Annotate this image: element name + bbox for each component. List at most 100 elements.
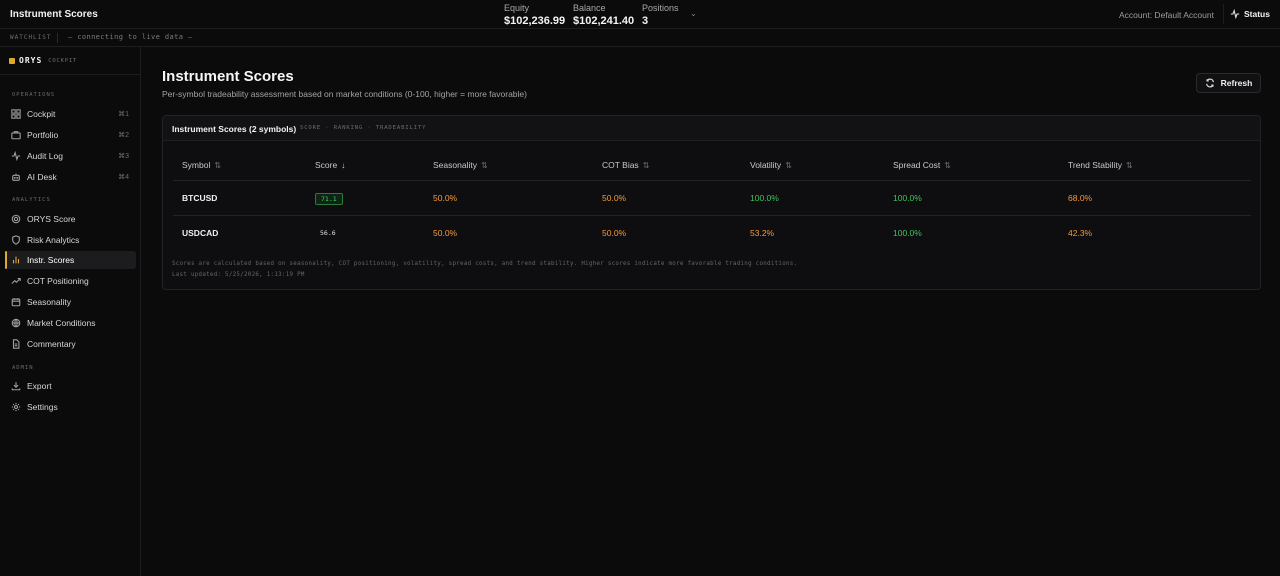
sidebar-item-commentary[interactable]: Commentary [5,335,136,353]
sort-icon: ⇅ [214,160,222,170]
equity-label: Equity [504,3,530,13]
sidebar-item-seasonality[interactable]: Seasonality [5,293,136,311]
sidebar-item-label: Seasonality [27,297,71,307]
sidebar-item-market-conditions[interactable]: Market Conditions [5,314,136,332]
download-icon [11,382,21,391]
sidebar-item-settings[interactable]: Settings [5,398,136,416]
brand-sub: COCKPIT [48,57,78,64]
divider [173,180,1251,181]
shortcut-hint: ⌘1 [118,111,129,118]
column-label: Symbol [182,160,211,170]
top-bar: Instrument Scores Equity $102,236.99 Bal… [0,0,1280,29]
target-icon [11,214,21,224]
refresh-button[interactable]: Refresh [1196,73,1261,93]
positions-metric[interactable]: Positions 3 [642,3,679,28]
positions-label: Positions [642,3,679,13]
sort-icon: ⇅ [785,160,792,170]
positions-value: 3 [642,15,649,27]
cell-volatility: 53.2% [750,228,775,238]
arrow-down-icon: ↓ [341,160,346,170]
card-tag: SCORE · RANKING · TRADEABILITY [300,125,427,131]
watchlist-label: WATCHLIST [10,34,52,41]
cell-cot-bias: 50.0% [602,228,627,238]
watchlist-bar: WATCHLIST — connecting to live data — [0,29,1280,47]
column-label: Spread Cost [893,160,941,170]
card-title: Instrument Scores (2 symbols) [172,124,297,134]
sidebar-item-portfolio[interactable]: Portfolio ⌘2 [5,126,136,144]
scores-card: Instrument Scores (2 symbols) SCORE · RA… [162,115,1261,290]
page-title: Instrument Scores [162,68,294,85]
brand-logo-icon [9,57,15,64]
watchlist-divider [57,33,58,43]
brand-name: ORYS [19,56,43,65]
sidebar-item-label: ORYS Score [27,214,76,224]
sidebar-item-cockpit[interactable]: Cockpit ⌘1 [5,105,136,123]
status-label: Status [1244,9,1270,19]
column-header-cot-bias[interactable]: COT Bias ⇅ [602,160,649,170]
balance-label: Balance [573,3,606,13]
sidebar-item-label: Export [27,381,52,391]
column-header-trend-stability[interactable]: Trend Stability ⇅ [1068,160,1133,170]
card-header: Instrument Scores (2 symbols) SCORE · RA… [163,116,1260,141]
active-indicator [5,251,7,269]
column-header-volatility[interactable]: Volatility ⇅ [750,160,792,170]
sidebar-item-orys-score[interactable]: ORYS Score [5,210,136,228]
cell-spread-cost: 100.0% [893,193,922,203]
sidebar: ORYS COCKPIT OPERATIONS Cockpit ⌘1 Portf… [0,47,141,576]
sidebar-item-audit-log[interactable]: Audit Log ⌘3 [5,147,136,165]
sidebar-item-label: Commentary [27,339,76,349]
column-header-seasonality[interactable]: Seasonality ⇅ [433,160,488,170]
sidebar-item-label: COT Positioning [27,276,89,286]
sidebar-item-label: Portfolio [27,130,59,140]
account-label[interactable]: Account: Default Account [1119,10,1214,20]
score-value: 56.6 [320,229,336,237]
cell-trend-stability: 68.0% [1068,193,1093,203]
page-subtitle: Per-symbol tradeability assessment based… [162,89,527,99]
activity-icon [11,151,21,161]
sidebar-item-ai-desk[interactable]: AI Desk ⌘4 [5,168,136,186]
refresh-label: Refresh [1220,78,1253,88]
score-badge: 71.1 [315,193,343,205]
cell-cot-bias: 50.0% [602,193,627,203]
cell-spread-cost: 100.0% [893,228,922,238]
shield-icon [12,235,20,245]
cell-symbol: BTCUSD [182,193,218,203]
sidebar-item-instr-scores[interactable]: Instr. Scores [5,251,136,269]
trending-up-icon [11,277,21,284]
section-label-admin: ADMIN [12,365,34,371]
divider [173,215,1251,216]
column-header-symbol[interactable]: Symbol ⇅ [182,160,221,170]
cell-symbol: USDCAD [182,228,219,238]
cell-seasonality: 50.0% [433,193,458,203]
chevron-down-icon[interactable]: ⌄ [690,9,697,18]
shortcut-hint: ⌘2 [118,132,129,139]
sidebar-item-label: Risk Analytics [27,235,80,245]
watchlist-status: — connecting to live data — [68,33,193,41]
column-label: Score [315,160,338,170]
sort-icon: ⇅ [944,160,951,170]
equity-value: $102,236.99 [504,15,566,27]
balance-value: $102,241.40 [573,15,635,27]
last-updated: Last updated: 5/25/2026, 1:13:19 PM [172,272,305,278]
gear-icon [11,402,21,412]
column-label: Seasonality [433,160,477,170]
sidebar-item-label: Market Conditions [27,318,96,328]
sidebar-item-cot-positioning[interactable]: COT Positioning [5,272,136,290]
shortcut-hint: ⌘3 [118,153,129,160]
equity-metric: Equity $102,236.99 [504,3,565,28]
brand[interactable]: ORYS COCKPIT [9,56,77,65]
sidebar-item-label: Instr. Scores [27,255,75,265]
sort-icon: ⇅ [1126,160,1133,170]
status-button[interactable]: Status [1223,4,1280,24]
sidebar-item-label: Settings [27,402,58,412]
column-header-score[interactable]: Score ↓ [315,160,345,170]
balance-metric: Balance $102,241.40 [573,3,634,28]
sidebar-item-export[interactable]: Export [5,377,136,395]
refresh-icon [1205,78,1214,88]
sidebar-item-risk-analytics[interactable]: Risk Analytics [5,231,136,249]
shortcut-hint: ⌘4 [118,174,129,181]
column-header-spread-cost[interactable]: Spread Cost ⇅ [893,160,951,170]
calendar-icon [11,298,21,307]
bot-icon [12,173,20,181]
app-title: Instrument Scores [10,9,98,20]
